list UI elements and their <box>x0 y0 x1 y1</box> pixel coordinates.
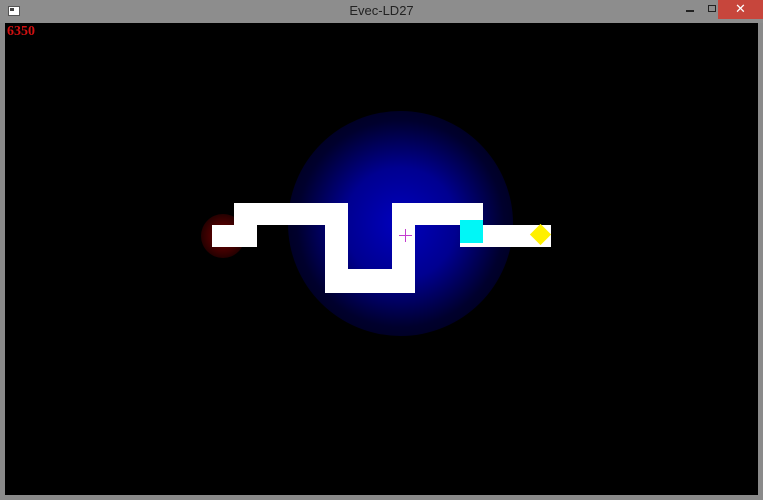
crosshair-icon <box>399 229 412 242</box>
game-canvas[interactable]: 6350 <box>5 23 758 495</box>
score-counter: 6350 <box>7 24 35 39</box>
close-button[interactable]: ✕ <box>718 0 763 19</box>
close-icon: ✕ <box>735 2 746 17</box>
window-title: Evec-LD27 <box>349 3 414 18</box>
player-square <box>460 220 483 243</box>
title-bar[interactable]: Evec-LD27 ✕ <box>0 0 763 23</box>
game-window: Evec-LD27 ✕ 6350 <box>0 0 763 500</box>
maximize-icon <box>708 5 716 12</box>
minimize-icon <box>686 10 694 12</box>
